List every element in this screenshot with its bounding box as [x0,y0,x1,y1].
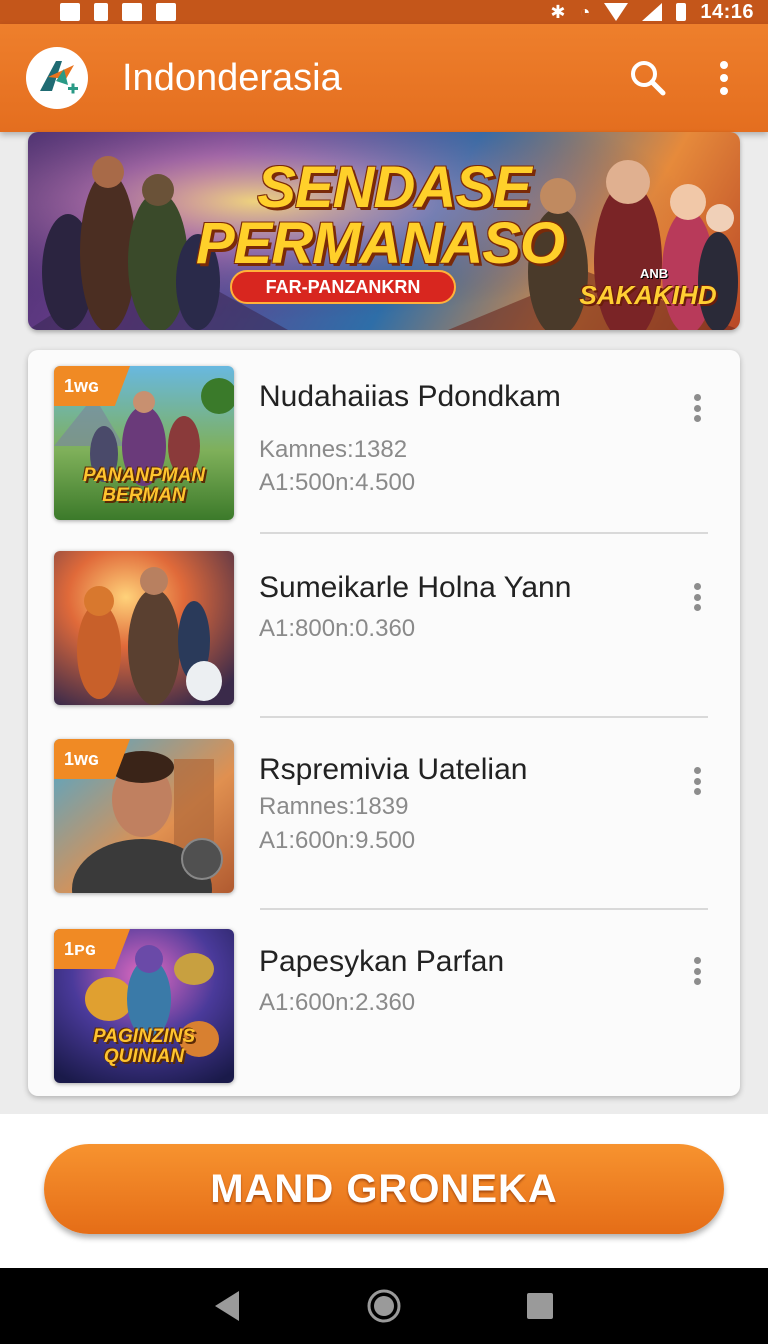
bottom-action-area: MAND GRONEKA [0,1114,768,1268]
banner-headline: SENDASE PERMANASO [28,155,740,276]
search-icon [631,61,666,96]
primary-cta-button[interactable]: MAND GRONEKA [44,1144,724,1234]
item-meta: Kamnes:1382 [259,436,408,463]
card-notification-icon [156,3,176,21]
thumbnail-image [54,551,234,705]
item-meta: A1:600n:9.500 [259,827,416,854]
nav-back-button[interactable] [208,1286,248,1326]
list-item[interactable]: 1ᴘɢ PAGINZINS QUINIAN Papesykan Parfan A… [28,929,740,1089]
app-notification-icon [122,3,142,21]
sim-icon [94,3,108,21]
item-more-icon[interactable] [684,761,710,801]
status-left [60,3,176,21]
item-meta: A1:800n:0.360 [259,615,416,642]
thumbnail-caption: PAGINZINS QUINIAN [92,1026,196,1067]
game-list: 1ᴡɢ PANANPMAN BERMAN Nudahaiias Pdondkam… [28,350,740,1096]
overflow-menu-button[interactable] [696,50,752,106]
alarm-icon: ◔ [579,2,591,22]
list-item[interactable]: Sumeikarle Holna Yann A1:800n:0.360 [28,551,740,711]
item-thumbnail [54,551,234,705]
back-icon [215,1291,239,1321]
list-item[interactable]: 1ᴡɢ Rspremivia Uatelian Ramnes:1839 A1:6… [28,739,740,899]
item-title: Nudahaiias Pdondkam [259,380,561,413]
status-bar: ✱ ◔ 14:16 [0,0,768,24]
item-meta: A1:500n:4.500 [259,469,416,496]
item-title: Papesykan Parfan [259,945,505,978]
banner-badge-small: ANB [640,266,669,281]
promo-banner[interactable]: SENDASE PERMANASO FAR-PANZANKRN ANB SAKA… [28,132,740,330]
battery-icon [676,3,687,21]
list-divider [260,908,708,910]
search-button[interactable] [620,50,676,106]
app-logo [26,47,88,109]
status-time: 14:16 [700,0,754,23]
list-divider [260,716,708,718]
item-meta: A1:600n:2.360 [259,989,416,1016]
signal-icon [642,3,663,21]
bluetooth-icon: ✱ [550,2,566,22]
item-thumbnail: 1ᴘɢ PAGINZINS QUINIAN [54,929,234,1083]
wifi-icon [604,3,629,21]
recents-icon [527,1293,553,1319]
status-right: ✱ ◔ 14:16 [550,1,754,24]
thumbnail-caption: PANANPMAN BERMAN [82,465,206,506]
nav-home-button[interactable] [364,1286,404,1326]
app-title: Indonderasia [122,56,342,99]
home-icon [367,1289,401,1323]
item-more-icon[interactable] [684,951,710,991]
app-logo-icon [40,61,78,94]
item-meta: Ramnes:1839 [259,793,409,820]
item-thumbnail: 1ᴡɢ PANANPMAN BERMAN [54,366,234,520]
nav-recents-button[interactable] [520,1286,560,1326]
item-more-icon[interactable] [684,577,710,617]
notification-icon [60,3,80,21]
more-vert-icon [720,61,728,95]
system-nav-bar [0,1268,768,1344]
banner-badge: SAKAKIHD [579,280,717,310]
item-title: Sumeikarle Holna Yann [259,571,572,604]
banner-headline-line2: PERMANASO [195,211,565,276]
banner-headline-line1: SENDASE [257,155,531,220]
app-bar: Indonderasia [0,24,768,132]
list-item[interactable]: 1ᴡɢ PANANPMAN BERMAN Nudahaiias Pdondkam… [28,366,740,526]
banner-tag: FAR-PANZANKRN [230,270,456,304]
item-more-icon[interactable] [684,388,710,428]
item-title: Rspremivia Uatelian [259,753,528,786]
list-divider [260,532,708,534]
item-thumbnail: 1ᴡɢ [54,739,234,893]
